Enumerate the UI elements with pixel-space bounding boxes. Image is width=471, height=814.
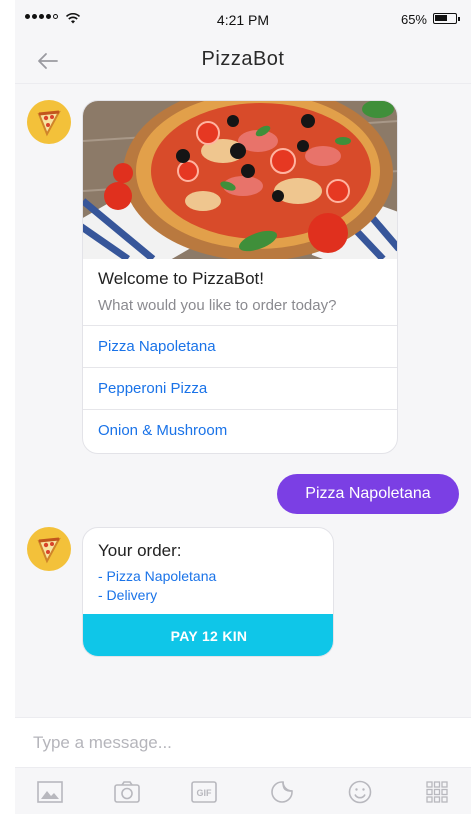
gif-label: GIF xyxy=(197,788,213,798)
emoji-icon[interactable] xyxy=(346,779,374,805)
pizza-slice-icon xyxy=(37,110,61,137)
camera-icon[interactable] xyxy=(113,779,141,805)
battery-percent: 65% xyxy=(400,12,427,27)
pay-button[interactable]: PAY 12 KIN xyxy=(83,614,333,656)
pizza-slice-icon xyxy=(37,537,61,564)
status-bar: 4:21 PM 65% xyxy=(15,0,471,40)
battery-icon xyxy=(433,13,460,24)
chat-thread[interactable]: Welcome to PizzaBot! What would you like… xyxy=(15,85,471,717)
message-input[interactable] xyxy=(33,728,453,758)
sticker-icon[interactable] xyxy=(268,779,296,805)
welcome-subtitle: What would you like to order today? xyxy=(98,297,337,314)
image-icon[interactable] xyxy=(36,779,64,805)
option-pepperoni-pizza[interactable]: Pepperoni Pizza xyxy=(83,367,397,409)
order-card: Your order: - Pizza Napoletana - Deliver… xyxy=(82,527,334,657)
composer-toolbar: GIF xyxy=(15,767,471,814)
order-title: Your order: xyxy=(98,541,182,560)
bot-avatar xyxy=(27,100,71,144)
welcome-title: Welcome to PizzaBot! xyxy=(98,269,264,288)
grid-icon[interactable] xyxy=(423,779,451,805)
composer xyxy=(15,717,471,767)
welcome-card: Welcome to PizzaBot! What would you like… xyxy=(82,100,398,454)
option-pizza-napoletana[interactable]: Pizza Napoletana xyxy=(83,325,397,367)
bot-avatar xyxy=(27,527,71,571)
user-message-bubble: Pizza Napoletana xyxy=(277,474,459,514)
phone-screen: 4:21 PM 65% PizzaBot Welcome to PizzaBot… xyxy=(15,0,471,814)
nav-bar: PizzaBot xyxy=(15,40,471,84)
pizza-photo xyxy=(83,101,397,259)
gif-icon[interactable]: GIF xyxy=(190,779,218,805)
option-onion-mushroom[interactable]: Onion & Mushroom xyxy=(83,409,397,451)
order-item: - Delivery xyxy=(98,587,158,603)
order-item: - Pizza Napoletana xyxy=(98,568,217,584)
page-title: PizzaBot xyxy=(201,48,285,70)
